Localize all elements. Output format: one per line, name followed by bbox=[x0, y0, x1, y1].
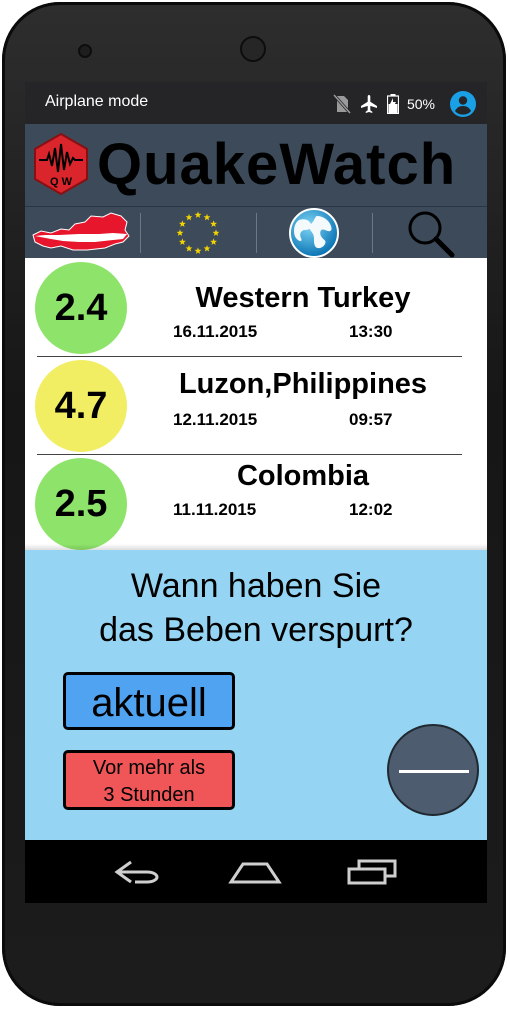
eu-star bbox=[178, 238, 186, 245]
row-divider bbox=[37, 454, 462, 455]
magnitude-badge: 2.5 bbox=[35, 458, 127, 550]
earpiece-speaker bbox=[240, 36, 266, 62]
magnitude-badge: 2.4 bbox=[35, 262, 127, 354]
question-line-1: Wann haben Sie bbox=[130, 567, 382, 605]
quake-region: Colombia bbox=[236, 460, 370, 492]
battery-icon bbox=[386, 94, 399, 114]
quake-region: Western Turkey bbox=[195, 282, 411, 314]
question-line-2: das Beben verspurt? bbox=[99, 611, 413, 649]
account-icon[interactable] bbox=[449, 90, 477, 118]
list-item[interactable]: 2.4 Western Turkey 16.11.2015 13:30 bbox=[25, 262, 487, 354]
quake-logo: Q W bbox=[34, 132, 88, 196]
search-icon bbox=[408, 211, 455, 258]
list-item[interactable]: 2.5 Colombia 11.11.2015 12:02 bbox=[25, 458, 487, 550]
quake-time: 09:57 bbox=[349, 410, 393, 429]
screen: Airplane mode 50% Q W QuakeWatch 2.4 Wes… bbox=[25, 82, 487, 903]
eu-flag-icon bbox=[176, 211, 220, 254]
eu-star bbox=[194, 247, 202, 254]
eu-star bbox=[178, 220, 186, 227]
quake-time: 13:30 bbox=[349, 322, 393, 341]
status-icons: 50% bbox=[332, 90, 477, 118]
eu-star bbox=[210, 238, 218, 245]
nav-search[interactable] bbox=[373, 207, 487, 259]
older-button-line-1: Vor mehr als bbox=[92, 757, 206, 779]
felt-report-sheet: Wann haben Sie das Beben verspurt? aktue… bbox=[25, 550, 487, 840]
nav-austria[interactable] bbox=[25, 207, 137, 259]
eu-star bbox=[185, 213, 193, 221]
recents-icon[interactable] bbox=[345, 858, 399, 886]
row-divider bbox=[37, 356, 462, 357]
back-icon[interactable] bbox=[111, 858, 163, 886]
no-sim-icon bbox=[332, 94, 351, 114]
system-nav-bar bbox=[25, 840, 487, 903]
nav-world[interactable] bbox=[257, 207, 371, 259]
eu-star bbox=[185, 244, 193, 252]
battery-percent: 50% bbox=[406, 96, 435, 112]
app-bar: Q W QuakeWatch bbox=[25, 124, 487, 206]
eu-star bbox=[203, 213, 211, 221]
quake-region: Luzon,Philippines bbox=[178, 368, 428, 400]
nav-europe[interactable] bbox=[141, 207, 255, 259]
logo-text: Q W bbox=[50, 176, 73, 188]
collapse-fab[interactable] bbox=[387, 724, 479, 816]
eu-star bbox=[212, 229, 220, 236]
magnitude-badge: 4.7 bbox=[35, 360, 127, 452]
quake-time: 12:02 bbox=[349, 500, 393, 519]
older-than-3h-button[interactable]: Vor mehr als 3 Stunden bbox=[63, 750, 235, 810]
phone-frame: Airplane mode 50% Q W QuakeWatch 2.4 Wes… bbox=[2, 2, 506, 1006]
quake-date: 16.11.2015 bbox=[173, 322, 258, 341]
austria-map-icon bbox=[32, 212, 130, 251]
airplane-icon bbox=[360, 95, 377, 113]
minus-icon bbox=[399, 770, 469, 773]
region-nav bbox=[25, 206, 487, 259]
now-button[interactable]: aktuell bbox=[63, 672, 235, 730]
quake-date: 11.11.2015 bbox=[173, 500, 257, 519]
status-bar: Airplane mode 50% bbox=[25, 82, 487, 124]
status-mode-text: Airplane mode bbox=[45, 93, 149, 110]
eu-star bbox=[176, 229, 184, 236]
app-title: QuakeWatch bbox=[97, 132, 457, 197]
quake-list: 2.4 Western Turkey 16.11.2015 13:30 4.7 … bbox=[25, 258, 487, 550]
older-button-line-2: 3 Stunden bbox=[103, 784, 195, 806]
felt-question: Wann haben Sie das Beben verspurt? bbox=[25, 564, 487, 652]
home-icon[interactable] bbox=[227, 858, 283, 886]
globe-icon bbox=[289, 208, 339, 258]
eu-star bbox=[203, 244, 211, 252]
quake-date: 12.11.2015 bbox=[173, 410, 258, 429]
eu-star bbox=[194, 211, 202, 218]
eu-star bbox=[210, 220, 218, 227]
front-camera bbox=[78, 44, 92, 58]
list-item[interactable]: 4.7 Luzon,Philippines 12.11.2015 09:57 bbox=[25, 360, 487, 452]
